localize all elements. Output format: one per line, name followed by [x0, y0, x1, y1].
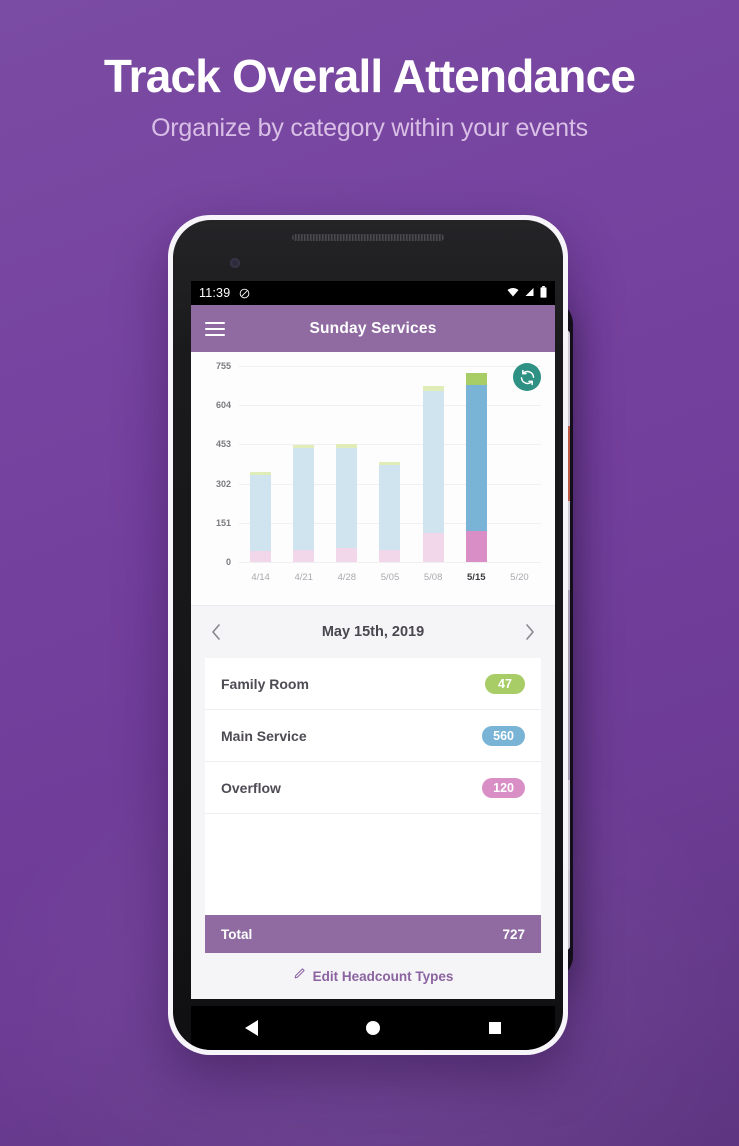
earpiece-speaker-grille [292, 234, 444, 241]
chart-bars: 4/14 4/21 4/28 5/05 5/08 5/15 5/20 [239, 366, 541, 583]
triangle-back-icon[interactable] [245, 1020, 259, 1036]
chevron-right-icon[interactable] [523, 622, 537, 642]
total-label: Total [221, 926, 253, 942]
chart-y-axis-label: 604 [215, 400, 231, 411]
list-item[interactable]: Family Room 47 [205, 658, 541, 710]
wifi-icon [507, 286, 519, 300]
chart-bar-column[interactable]: 5/15 [457, 366, 496, 583]
list-item[interactable]: Main Service 560 [205, 710, 541, 762]
phone-screen: 11:39 Sunday Services 0 151 302 453 604 … [191, 281, 555, 999]
hamburger-menu-icon[interactable] [205, 321, 225, 336]
chart-bar-segment [465, 385, 487, 531]
attendance-chart-panel: 0 151 302 453 604 755 4/14 4/21 4/28 5/05 5/08 5/1… [191, 352, 555, 606]
front-camera-icon [230, 258, 240, 268]
chart-bar-column[interactable]: 5/20 [500, 366, 539, 583]
android-navigation-bar [191, 1006, 555, 1050]
chart-x-axis-label: 5/08 [423, 572, 443, 583]
chart-bar-segment [336, 547, 358, 562]
refresh-sync-icon[interactable] [513, 363, 541, 391]
headcount-list-wrapper: Family Room 47 Main Service 560 Overflow 120 … [191, 658, 555, 953]
chart-y-axis-label: 755 [215, 361, 231, 371]
status-bar-time: 11:39 [199, 286, 231, 300]
chart-bar-segment [250, 551, 272, 562]
total-row: Total 727 [205, 915, 541, 953]
chart-bar-segment [250, 475, 272, 552]
battery-icon [540, 285, 547, 301]
chart-gridline [239, 562, 541, 563]
app-bar-title: Sunday Services [309, 319, 437, 337]
list-item-label: Family Room [221, 675, 309, 692]
chart-bar-segment [336, 447, 358, 548]
chart-bar-column[interactable]: 4/28 [327, 366, 366, 583]
chart-y-axis-label: 0 [225, 557, 231, 567]
square-recents-icon[interactable] [488, 1022, 501, 1034]
app-bar: Sunday Services [191, 305, 555, 352]
chart-bar-segment [422, 390, 444, 534]
phone-body: 11:39 Sunday Services 0 151 302 453 604 … [173, 220, 563, 1050]
chart-bar-segment [465, 373, 487, 386]
list-item-label: Overflow [221, 779, 281, 796]
list-item-label: Main Service [221, 727, 307, 744]
cellular-signal-icon [524, 286, 535, 300]
chart-x-axis-label: 4/14 [251, 572, 270, 583]
chart-bar-segment [379, 464, 401, 551]
status-badge: 120 [482, 777, 525, 798]
phone-device-frame: 11:39 Sunday Services 0 151 302 453 604 … [168, 215, 568, 1055]
hero-section: Track Overall Attendance Organize by cat… [0, 0, 739, 143]
chevron-left-icon[interactable] [209, 622, 223, 642]
status-bar-indicators [507, 285, 547, 301]
edit-headcount-types-button[interactable]: Edit Headcount Types [191, 953, 555, 999]
list-item[interactable]: Overflow 120 [205, 762, 541, 814]
page-title: Track Overall Attendance [103, 50, 636, 102]
chart-bar-segment [422, 533, 444, 562]
chart-bar-column[interactable]: 4/21 [284, 366, 323, 583]
chart-plot-area: 0 151 302 453 604 755 4/14 4/21 4/28 5/05 5/08 5/1… [199, 361, 543, 588]
do-not-disturb-icon [239, 288, 250, 299]
chart-y-axis-label: 453 [215, 439, 231, 450]
edit-headcount-types-label: Edit Headcount Types [312, 968, 454, 984]
chart-bar-segment [379, 550, 401, 562]
chart-x-axis-label: 5/05 [380, 572, 400, 583]
chart-x-axis-label: 5/20 [510, 572, 529, 583]
status-badge: 47 [485, 673, 525, 694]
chart-bar-column[interactable]: 4/14 [241, 366, 280, 583]
page-subtitle: Organize by category within your events [151, 114, 588, 143]
chart-bar-column[interactable]: 5/05 [370, 366, 409, 583]
circle-home-icon[interactable] [366, 1021, 381, 1035]
chart-x-axis-label: 4/28 [337, 572, 357, 583]
chart-bar-segment [293, 549, 315, 562]
chart-bar-segment [293, 448, 315, 550]
chart-bar-column[interactable]: 5/08 [414, 366, 453, 583]
date-navigation: May 15th, 2019 [191, 606, 555, 658]
total-value: 727 [502, 926, 525, 942]
chart-y-axis-label: 302 [215, 478, 231, 489]
chart-y-axis-label: 151 [215, 517, 231, 528]
status-badge: 560 [482, 725, 525, 746]
chart-x-axis-label: 5/15 [467, 572, 486, 583]
headcount-list: Family Room 47 Main Service 560 Overflow 120 [205, 658, 541, 915]
chart-x-axis-label: 4/21 [294, 572, 313, 583]
chart-bar-segment [465, 530, 487, 562]
list-empty-space [205, 814, 541, 915]
selected-date-label: May 15th, 2019 [321, 624, 425, 640]
status-bar: 11:39 [191, 281, 555, 305]
pencil-edit-icon [293, 967, 306, 985]
